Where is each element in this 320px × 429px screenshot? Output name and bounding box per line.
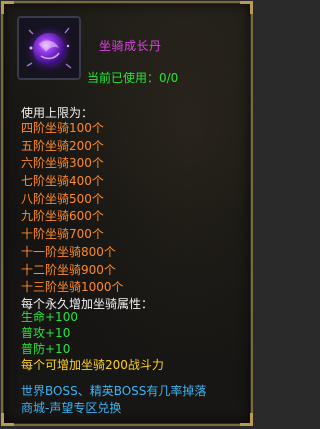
attribute-list: 生命+100 普攻+10 普防+10 每个可增加坐骑200战斗力 (21, 309, 164, 373)
source-list: 世界BOSS、精英BOSS有几率掉落 商城-声望专区兑换 (21, 383, 206, 417)
source-item: 商城-声望专区兑换 (21, 401, 122, 415)
limit-item: 七阶坐骑400个 (21, 174, 104, 189)
limit-item: 四阶坐骑100个 (21, 121, 104, 135)
limit-item: 六阶坐骑300个 (21, 156, 104, 171)
limit-title: 使用上限为： (21, 106, 94, 120)
limit-item: 十阶坐骑700个 (21, 227, 104, 242)
limit-item: 十一阶坐骑800个 (21, 244, 116, 259)
source-item: 世界BOSS、精英BOSS有几率掉落 (21, 384, 207, 398)
attribute-attack: 普攻+10 (21, 326, 71, 340)
limit-item: 九阶坐骑600个 (21, 209, 104, 224)
limit-item: 十二阶坐骑900个 (21, 262, 116, 277)
frame-corner (240, 413, 253, 426)
frame-corner (1, 413, 14, 426)
attribute-hp: 生命+100 (21, 310, 78, 324)
mount-growth-pill-icon (17, 16, 81, 80)
attribute-power: 每个可增加坐骑200战斗力 (21, 358, 164, 372)
item-name: 坐骑成长丹 (99, 39, 162, 53)
frame-corner (1, 1, 14, 14)
limit-list: 四阶坐骑100个 五阶坐骑200个 六阶坐骑300个 七阶坐骑400个 八阶坐骑… (21, 120, 124, 297)
attribute-defense: 普防+10 (21, 342, 71, 356)
item-tooltip: 坐骑成长丹 当前已使用：0/0 使用上限为： 四阶坐骑100个 五阶坐骑200个… (1, 1, 253, 426)
usage-count: 当前已使用：0/0 (87, 71, 179, 85)
limit-item: 五阶坐骑200个 (21, 138, 104, 153)
limit-item: 八阶坐骑500个 (21, 191, 104, 206)
frame-corner (240, 1, 253, 14)
